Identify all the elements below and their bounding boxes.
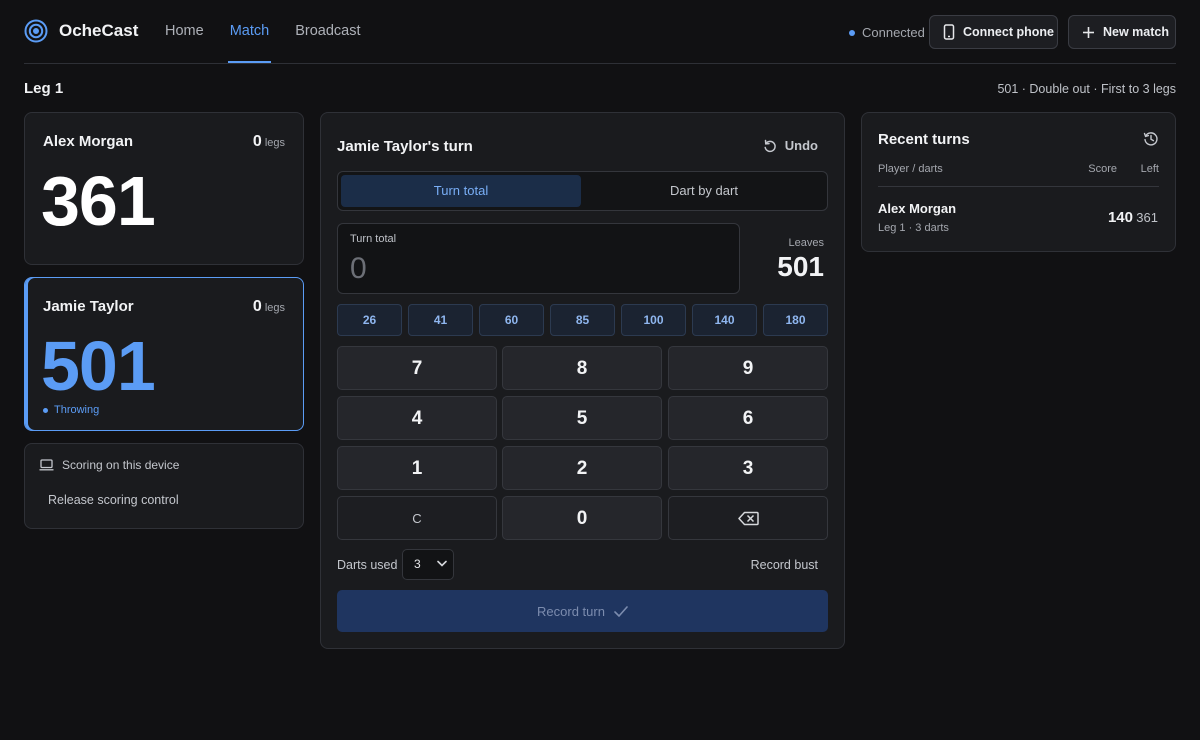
brand[interactable]: OcheCast	[24, 19, 138, 43]
backspace-button[interactable]	[668, 496, 828, 540]
tab-broadcast[interactable]: Broadcast	[293, 0, 362, 63]
app-name: OcheCast	[59, 21, 139, 40]
turn-title: Jamie Taylor's turn	[337, 138, 473, 155]
device-card: Scoring on this device Release scoring c…	[24, 443, 304, 529]
device-label: Scoring on this device	[62, 458, 180, 472]
legs-value: 0	[252, 133, 262, 150]
leg-title: Leg 1	[24, 80, 64, 97]
undo-icon	[763, 139, 777, 153]
key-5[interactable]: 5	[502, 396, 662, 440]
check-icon	[614, 605, 628, 617]
key-3[interactable]: 3	[668, 446, 828, 490]
main-nav: Home Match Broadcast	[163, 0, 384, 63]
connection-status: Connected	[849, 25, 925, 40]
mode-dart-by-dart[interactable]: Dart by dart	[584, 175, 824, 207]
column-left: Left	[1140, 163, 1159, 175]
darts-used-label: Darts used	[337, 558, 398, 572]
key-7[interactable]: 7	[337, 346, 497, 390]
target-icon	[24, 19, 48, 43]
phone-icon	[943, 24, 955, 40]
laptop-icon	[39, 459, 54, 471]
player-score: 361	[41, 162, 156, 240]
backspace-icon	[737, 511, 759, 526]
mode-toggle: Turn total Dart by dart	[337, 171, 828, 211]
quick-score-button[interactable]: 100	[621, 304, 686, 336]
throwing-label: Throwing	[54, 404, 100, 416]
key-1[interactable]: 1	[337, 446, 497, 490]
record-bust-button[interactable]: Record bust	[751, 558, 818, 572]
quick-score-button[interactable]: 140	[692, 304, 757, 336]
key-2[interactable]: 2	[502, 446, 662, 490]
darts-used-value: 3	[414, 557, 421, 571]
row-player-name: Alex Morgan	[878, 201, 957, 216]
key-6[interactable]: 6	[668, 396, 828, 440]
leaves-label: Leaves	[788, 237, 824, 249]
legs-unit: legs	[264, 302, 285, 314]
plus-icon	[1082, 26, 1095, 39]
connect-phone-label: Connect phone	[963, 25, 1054, 39]
recent-turns-title: Recent turns	[878, 131, 970, 148]
match-format: 501 · Double out · First to 3 legs	[997, 82, 1176, 96]
leaves-value: 501	[777, 251, 824, 282]
connection-label: Connected	[862, 25, 925, 40]
undo-button[interactable]: Undo	[763, 138, 818, 153]
key-clear[interactable]: C	[337, 496, 497, 540]
legs-unit: legs	[264, 137, 285, 149]
status-dot	[43, 407, 48, 413]
key-0[interactable]: 0	[502, 496, 662, 540]
chevron-down-icon	[437, 560, 447, 567]
legs-count: 0 legs	[253, 133, 285, 151]
player-name: Jamie Taylor	[43, 298, 134, 315]
mode-turn-total[interactable]: Turn total	[341, 175, 581, 207]
quick-score-button[interactable]: 26	[337, 304, 402, 336]
top-bar: OcheCast Home Match Broadcast Connected …	[24, 0, 1176, 64]
player-score: 501	[41, 327, 156, 405]
status-dot	[849, 29, 855, 36]
record-turn-button[interactable]: Record turn	[337, 590, 828, 632]
quick-score-button[interactable]: 60	[479, 304, 544, 336]
record-turn-label: Record turn	[537, 603, 605, 619]
quick-score-button[interactable]: 180	[763, 304, 828, 336]
row-score: 140	[1107, 209, 1133, 226]
turn-total-value: 0	[350, 252, 367, 285]
column-score: Score	[1088, 163, 1117, 175]
divider	[878, 186, 1159, 187]
key-4[interactable]: 4	[337, 396, 497, 440]
darts-used-select[interactable]: 3	[402, 549, 454, 580]
new-match-label: New match	[1103, 25, 1169, 39]
throwing-status: Throwing	[43, 404, 99, 416]
tab-home[interactable]: Home	[163, 0, 206, 63]
column-player: Player / darts	[878, 163, 943, 175]
player-card-jamie: Jamie Taylor 0 legs 501 Throwing	[24, 277, 304, 431]
row-detail: Leg 1 · 3 darts	[878, 222, 949, 234]
player-card-alex: Alex Morgan 0 legs 361	[24, 112, 304, 265]
connect-phone-button[interactable]: Connect phone	[929, 15, 1058, 49]
turn-total-input[interactable]: Turn total 0	[337, 223, 740, 294]
legs-value: 0	[252, 298, 262, 315]
history-icon[interactable]	[1143, 131, 1159, 147]
release-control-button[interactable]: Release scoring control	[48, 493, 179, 507]
legs-count: 0 legs	[253, 298, 285, 316]
key-8[interactable]: 8	[502, 346, 662, 390]
device-status: Scoring on this device	[39, 458, 179, 472]
turn-total-label: Turn total	[350, 233, 397, 245]
row-left: 361	[1136, 210, 1158, 225]
tab-match[interactable]: Match	[227, 0, 272, 63]
scoring-panel: Jamie Taylor's turn Undo Turn total Dart…	[320, 112, 845, 649]
recent-turns-panel: Recent turns Player / darts Score Left A…	[861, 112, 1176, 252]
quick-score-button[interactable]: 85	[550, 304, 615, 336]
key-9[interactable]: 9	[668, 346, 828, 390]
quick-score-button[interactable]: 41	[408, 304, 473, 336]
new-match-button[interactable]: New match	[1068, 15, 1176, 49]
undo-label: Undo	[784, 138, 818, 153]
player-name: Alex Morgan	[43, 133, 134, 150]
